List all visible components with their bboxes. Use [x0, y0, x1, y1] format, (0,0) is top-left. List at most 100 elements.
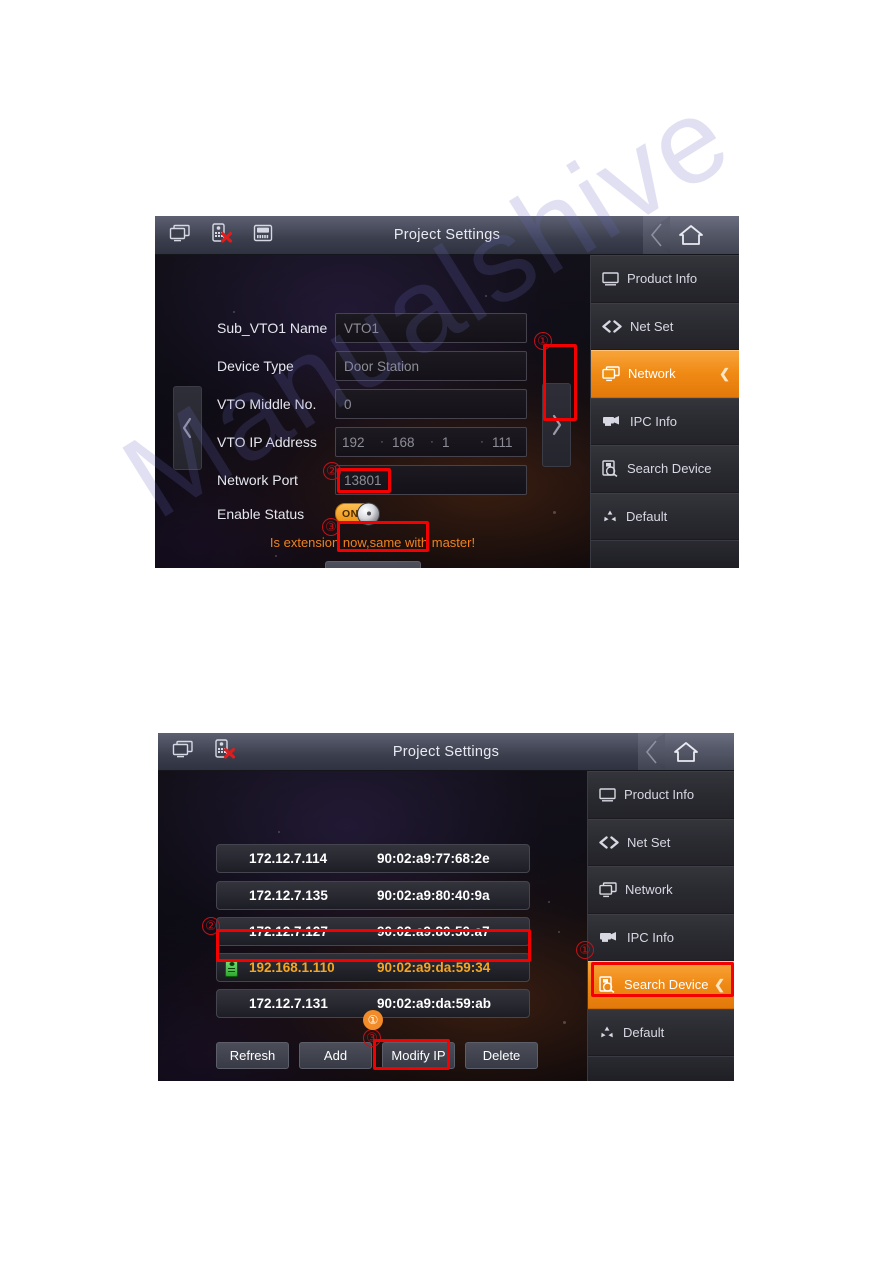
- ip-octet-4[interactable]: 111: [492, 435, 522, 450]
- modify-ip-button[interactable]: Modify IP: [382, 1042, 455, 1069]
- network-monitor-icon: [602, 366, 620, 381]
- sidebar-label: Product Info: [624, 787, 695, 803]
- recycle-icon: [604, 510, 616, 522]
- sidebar-label: Net Set: [630, 318, 674, 334]
- form-row-vto-middle-no: VTO Middle No. 0: [217, 389, 527, 419]
- sidebar-label: Product Info: [627, 271, 698, 287]
- sidebar-item-net-set[interactable]: Net Set: [588, 818, 734, 866]
- sidebar-item-network[interactable]: Network: [588, 866, 734, 914]
- ip-separator-icon: ·: [380, 436, 384, 448]
- add-button[interactable]: Add: [299, 1042, 372, 1069]
- home-button[interactable]: [638, 733, 734, 770]
- device-list: 172.12.7.114 90:02:a9:77:68:2e 172.12.7.…: [158, 771, 587, 1081]
- delete-button[interactable]: Delete: [465, 1042, 538, 1069]
- device-mac: 90:02:a9:80:50:a7: [377, 924, 490, 939]
- device-status-icon: [225, 958, 238, 977]
- device-mac: 90:02:a9:da:59:ab: [377, 996, 492, 1011]
- label-enable-status: Enable Status: [217, 505, 305, 522]
- vto-settings-form: Sub_VTO1 Name VTO1 Device Type Door Stat…: [155, 255, 590, 568]
- input-vto-middle-no[interactable]: 0: [335, 389, 527, 419]
- sidebar-item-ipc-info[interactable]: IPC Info: [591, 397, 739, 445]
- settings-sidebar: Product Info Net Set Network IPC Info Se…: [587, 771, 734, 1081]
- chevron-left-icon: ❮: [714, 976, 725, 992]
- code-brackets-icon: [599, 836, 619, 849]
- sidebar-label: Search Device: [624, 977, 709, 993]
- sidebar-label: Net Set: [627, 834, 671, 850]
- sidebar-label: Network: [628, 366, 676, 382]
- network-monitor-icon: [599, 882, 617, 897]
- chevron-left-icon: ❮: [719, 365, 730, 381]
- table-row[interactable]: 172.12.7.127 90:02:a9:80:50:a7: [216, 917, 530, 946]
- ok-button[interactable]: OK: [324, 561, 421, 568]
- label-vto-ip-address: VTO IP Address: [217, 434, 317, 450]
- ip-octet-2[interactable]: 168: [392, 435, 422, 450]
- ip-octet-3[interactable]: 1: [442, 435, 472, 450]
- extension-warning-text: Is extension now,same with master!: [269, 535, 476, 550]
- sidebar-item-product-info[interactable]: Product Info: [588, 771, 734, 819]
- product-info-icon: [602, 272, 619, 286]
- sidebar-label: IPC Info: [627, 929, 674, 945]
- search-device-icon: [602, 460, 618, 478]
- settings-sidebar: Product Info Net Set Network ❮ IPC Info …: [590, 255, 739, 568]
- sidebar-filler: [591, 540, 739, 568]
- table-row[interactable]: 172.12.7.131 90:02:a9:da:59:ab: [216, 989, 530, 1018]
- table-row[interactable]: 172.12.7.114 90:02:a9:77:68:2e: [216, 844, 530, 873]
- sidebar-item-product-info[interactable]: Product Info: [591, 255, 739, 303]
- sidebar-item-net-set[interactable]: Net Set: [591, 302, 739, 350]
- sidebar-label: IPC Info: [630, 413, 677, 429]
- input-sub-vto-name[interactable]: VTO1: [335, 313, 527, 343]
- sidebar-item-default[interactable]: Default: [591, 492, 739, 540]
- camera-icon: [600, 932, 616, 943]
- device-ip: 172.12.7.135: [249, 888, 328, 903]
- device-ip: 172.12.7.131: [249, 996, 328, 1011]
- form-row-sub-vto-name: Sub_VTO1 Name VTO1: [217, 313, 527, 343]
- label-device-type: Device Type: [217, 358, 294, 374]
- home-icon: [674, 741, 698, 762]
- input-vto-ip-address[interactable]: 192 · 168 · 1 · 111: [335, 427, 527, 457]
- enable-status-toggle[interactable]: ON: [335, 502, 380, 525]
- screenshot-network-settings: Project Settings Sub_VTO1 Name VTO1 Devi…: [155, 216, 739, 568]
- sidebar-label: Network: [625, 882, 673, 898]
- search-device-icon: [599, 976, 615, 994]
- ip-octet-1[interactable]: 192: [342, 435, 372, 450]
- device-ip: 192.168.1.110: [249, 960, 335, 975]
- sidebar-item-default[interactable]: Default: [588, 1008, 734, 1056]
- device-list-pane: 172.12.7.114 90:02:a9:77:68:2e 172.12.7.…: [158, 771, 587, 1081]
- sidebar-item-search-device[interactable]: Search Device ❮: [588, 961, 734, 1009]
- next-page-button[interactable]: [542, 383, 571, 467]
- device-ip: 172.12.7.114: [249, 851, 328, 866]
- code-brackets-icon: [602, 320, 622, 333]
- screen-body: 172.12.7.114 90:02:a9:77:68:2e 172.12.7.…: [158, 771, 734, 1081]
- input-device-type[interactable]: Door Station: [335, 351, 527, 381]
- title-bar: Project Settings: [155, 216, 739, 255]
- table-row[interactable]: 172.12.7.135 90:02:a9:80:40:9a: [216, 881, 530, 910]
- recycle-icon: [601, 1026, 613, 1038]
- screen-body: Sub_VTO1 Name VTO1 Device Type Door Stat…: [155, 255, 739, 568]
- label-sub-vto-name: Sub_VTO1 Name: [217, 320, 328, 336]
- device-ip: 172.12.7.127: [249, 924, 328, 939]
- sidebar-item-ipc-info[interactable]: IPC Info: [588, 913, 734, 961]
- form-row-enable-status: Enable Status ON: [217, 502, 380, 525]
- label-vto-middle-no: VTO Middle No.: [217, 396, 317, 412]
- camera-icon: [603, 416, 619, 427]
- chevron-divider-icon: [650, 223, 662, 247]
- settings-content-pane: Sub_VTO1 Name VTO1 Device Type Door Stat…: [155, 255, 590, 568]
- chevron-right-icon: [552, 414, 562, 436]
- previous-page-button[interactable]: [173, 386, 202, 470]
- chevron-divider-icon: [645, 739, 657, 764]
- table-row-selected[interactable]: 192.168.1.110 90:02:a9:da:59:34: [216, 953, 530, 982]
- product-info-icon: [599, 788, 616, 802]
- form-row-vto-ip-address: VTO IP Address 192 · 168 · 1 · 111: [217, 427, 527, 457]
- sidebar-item-search-device[interactable]: Search Device: [591, 445, 739, 493]
- ip-separator-icon: ·: [480, 436, 484, 448]
- form-row-network-port: Network Port 13801: [217, 465, 527, 495]
- sidebar-item-network[interactable]: Network ❮: [591, 350, 739, 398]
- screenshot-search-device: Project Settings 172.12.7.114 90:02:a9:7…: [158, 733, 734, 1081]
- refresh-button[interactable]: Refresh: [216, 1042, 289, 1069]
- input-network-port[interactable]: 13801: [335, 465, 527, 495]
- toggle-knob-icon[interactable]: [357, 502, 380, 525]
- home-button[interactable]: [643, 216, 739, 254]
- ip-separator-icon: ·: [430, 436, 434, 448]
- label-network-port: Network Port: [217, 472, 298, 488]
- sidebar-label: Default: [623, 1024, 665, 1040]
